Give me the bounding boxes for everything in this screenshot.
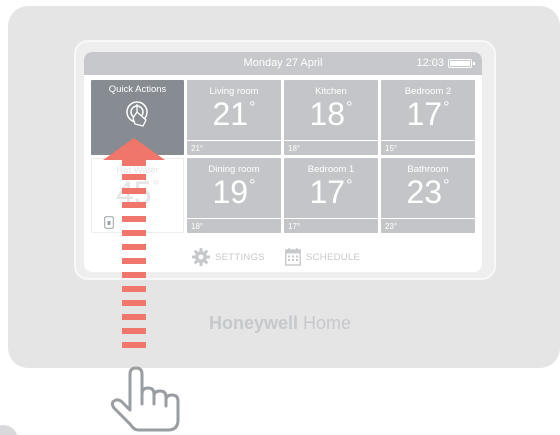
room-temperature: 17° bbox=[309, 174, 353, 210]
room-tile-living-room[interactable]: Living room 21° 21° bbox=[187, 80, 281, 155]
room-temperature: 18° bbox=[309, 96, 353, 132]
swipe-up-arrow-icon bbox=[103, 138, 165, 348]
status-bar: Monday 27 April 12:03 bbox=[84, 52, 482, 75]
room-tile-bathroom[interactable]: Bathroom 23° 23° bbox=[381, 158, 475, 233]
room-setpoint: 15° bbox=[381, 140, 475, 155]
room-tile-bedroom-1[interactable]: Bedroom 1 17° 17° bbox=[284, 158, 378, 233]
room-setpoint: 17° bbox=[284, 218, 378, 233]
room-setpoint: 21° bbox=[187, 140, 281, 155]
quick-actions-label: Quick Actions bbox=[108, 84, 167, 95]
room-tile-kitchen[interactable]: Kitchen 18° 18° bbox=[284, 80, 378, 155]
schedule-label: SCHEDULE bbox=[306, 251, 361, 263]
pointing-hand-icon bbox=[110, 366, 180, 432]
schedule-button[interactable]: SCHEDULE bbox=[285, 246, 360, 268]
room-setpoint: 18° bbox=[187, 218, 281, 233]
room-temperature: 21° bbox=[212, 96, 256, 132]
settings-button[interactable]: SETTINGS bbox=[192, 246, 265, 268]
gear-icon bbox=[192, 248, 210, 266]
touch-icon bbox=[126, 101, 148, 127]
room-temperature: 23° bbox=[406, 174, 450, 210]
brand-logo: Honeywell Home bbox=[208, 313, 352, 333]
battery-icon bbox=[448, 59, 475, 68]
settings-label: SETTINGS bbox=[215, 251, 265, 263]
room-tile-bedroom-2[interactable]: Bedroom 2 17° 15° bbox=[381, 80, 475, 155]
room-temperature: 17° bbox=[406, 96, 450, 132]
room-setpoint: 18° bbox=[284, 140, 378, 155]
room-tile-dining-room[interactable]: Dining room 19° 18° bbox=[187, 158, 281, 233]
time-label: 12:03 bbox=[416, 57, 444, 69]
room-setpoint: 23° bbox=[381, 218, 475, 233]
room-temperature: 19° bbox=[212, 174, 256, 210]
decorative-dot bbox=[0, 425, 18, 435]
calendar-icon bbox=[285, 248, 301, 266]
